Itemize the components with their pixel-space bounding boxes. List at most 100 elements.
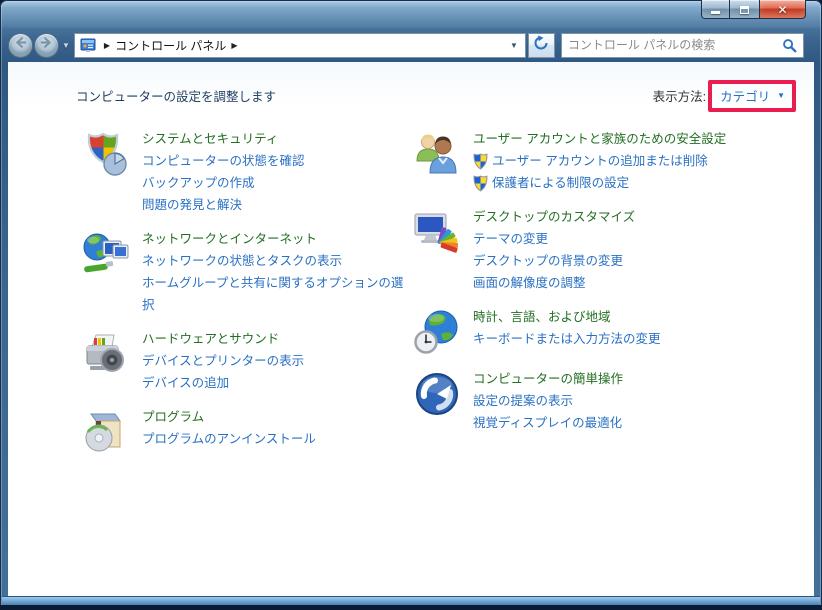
search-input[interactable]	[568, 38, 778, 52]
refresh-icon	[533, 35, 549, 56]
category-title-link[interactable]: コンピューターの簡単操作	[473, 368, 773, 390]
category-title-link[interactable]: プログラム	[142, 406, 413, 428]
category-section: ユーザー アカウントと家族のための安全設定ユーザー アカウントの追加または削除保…	[413, 128, 773, 194]
task-link-label: テーマの変更	[473, 228, 548, 250]
uac-shield-icon	[473, 153, 488, 170]
category-task-link[interactable]: キーボードまたは入力方法の変更	[473, 328, 773, 350]
view-by-value[interactable]: カテゴリ	[720, 86, 770, 105]
category-grid: システムとセキュリティコンピューターの状態を確認バックアップの作成問題の発見と解…	[82, 128, 773, 468]
forward-button[interactable]	[34, 33, 59, 58]
category-text: プログラムプログラムのアンインストール	[142, 406, 413, 456]
recent-pages-dropdown[interactable]: ▼	[62, 41, 70, 50]
breadcrumb-arrow-icon[interactable]: ▶	[231, 41, 237, 50]
category-column-left: システムとセキュリティコンピューターの状態を確認バックアップの作成問題の発見と解…	[82, 128, 413, 468]
refresh-button[interactable]	[528, 33, 555, 58]
address-bar[interactable]: ▶ コントロール パネル ▶ ▼	[74, 33, 526, 58]
breadcrumb-control-panel[interactable]: コントロール パネル	[115, 37, 226, 54]
control-panel-icon	[80, 37, 96, 53]
task-link-label: プログラムのアンインストール	[142, 428, 316, 450]
category-task-link[interactable]: 設定の提案の表示	[473, 390, 773, 412]
category-task-link[interactable]: デスクトップの背景の変更	[473, 250, 773, 272]
content-header: コンピューターの設定を調整します 表示方法: カテゴリ ▼	[76, 81, 796, 110]
category-text: ネットワークとインターネットネットワークの状態とタスクの表示ホームグループと共有…	[142, 228, 413, 316]
user-accounts-icon[interactable]	[413, 130, 461, 178]
close-button[interactable]: ✕	[760, 0, 806, 19]
category-task-link[interactable]: プログラムのアンインストール	[142, 428, 413, 450]
task-link-label: 設定の提案の表示	[473, 390, 573, 412]
task-link-label: 画面の解像度の調整	[473, 272, 586, 294]
task-link-label: バックアップの作成	[142, 172, 255, 194]
task-link-label: ホームグループと共有に関するオプションの選択	[142, 272, 413, 316]
task-link-label: コンピューターの状態を確認	[142, 150, 305, 172]
category-section: デスクトップのカスタマイズテーマの変更デスクトップの背景の変更画面の解像度の調整	[413, 206, 773, 294]
view-by-label: 表示方法:	[653, 86, 706, 105]
back-button[interactable]	[8, 33, 33, 58]
view-by-dropdown[interactable]: カテゴリ ▼	[708, 80, 796, 112]
minimize-icon	[711, 11, 720, 14]
category-title-link[interactable]: ユーザー アカウントと家族のための安全設定	[473, 128, 773, 150]
task-link-label: 保護者による制限の設定	[492, 172, 629, 194]
network-globe-icon[interactable]	[82, 230, 130, 278]
category-section: ネットワークとインターネットネットワークの状態とタスクの表示ホームグループと共有…	[82, 228, 413, 316]
category-task-link[interactable]: デバイスの追加	[142, 372, 413, 394]
category-title-link[interactable]: ネットワークとインターネット	[142, 228, 413, 250]
task-link-label: 問題の発見と解決	[142, 194, 242, 216]
task-link-label: 視覚ディスプレイの最適化	[473, 412, 622, 434]
minimize-button[interactable]	[701, 0, 730, 19]
category-column-right: ユーザー アカウントと家族のための安全設定ユーザー アカウントの追加または削除保…	[413, 128, 773, 468]
category-task-link[interactable]: 保護者による制限の設定	[473, 172, 773, 194]
back-icon	[13, 35, 28, 55]
control-panel-content: コンピューターの設定を調整します 表示方法: カテゴリ ▼ システムとセキュリテ…	[8, 62, 814, 596]
category-section: プログラムプログラムのアンインストール	[82, 406, 413, 456]
category-section: コンピューターの簡単操作設定の提案の表示視覚ディスプレイの最適化	[413, 368, 773, 434]
category-text: ユーザー アカウントと家族のための安全設定ユーザー アカウントの追加または削除保…	[473, 128, 773, 194]
uac-shield-icon	[473, 175, 488, 192]
category-task-link[interactable]: 画面の解像度の調整	[473, 272, 773, 294]
screen-edge	[0, 605, 822, 610]
breadcrumb-arrow-icon[interactable]: ▶	[104, 41, 110, 50]
program-box-icon[interactable]	[82, 408, 130, 456]
task-link-label: デバイスとプリンターの表示	[142, 350, 304, 372]
category-text: デスクトップのカスタマイズテーマの変更デスクトップの背景の変更画面の解像度の調整	[473, 206, 773, 294]
task-link-label: ユーザー アカウントの追加または削除	[492, 150, 708, 172]
category-task-link[interactable]: 視覚ディスプレイの最適化	[473, 412, 773, 434]
search-icon[interactable]	[782, 38, 797, 53]
category-task-link[interactable]: コンピューターの状態を確認	[142, 150, 413, 172]
security-shield-icon[interactable]	[82, 130, 130, 178]
category-text: 時計、言語、および地域キーボードまたは入力方法の変更	[473, 306, 773, 356]
maximize-icon	[740, 6, 749, 14]
search-box	[561, 33, 804, 58]
desktop-customize-icon[interactable]	[413, 208, 461, 256]
page-title: コンピューターの設定を調整します	[76, 86, 276, 105]
category-title-link[interactable]: ハードウェアとサウンド	[142, 328, 413, 350]
close-icon: ✕	[777, 4, 787, 16]
category-task-link[interactable]: テーマの変更	[473, 228, 773, 250]
category-task-link[interactable]: ユーザー アカウントの追加または削除	[473, 150, 773, 172]
task-link-label: デスクトップの背景の変更	[473, 250, 623, 272]
category-task-link[interactable]: デバイスとプリンターの表示	[142, 350, 413, 372]
category-text: ハードウェアとサウンドデバイスとプリンターの表示デバイスの追加	[142, 328, 413, 394]
ease-of-access-icon[interactable]	[413, 370, 461, 418]
category-section: システムとセキュリティコンピューターの状態を確認バックアップの作成問題の発見と解…	[82, 128, 413, 216]
category-task-link[interactable]: ホームグループと共有に関するオプションの選択	[142, 272, 413, 316]
category-section: ハードウェアとサウンドデバイスとプリンターの表示デバイスの追加	[82, 328, 413, 394]
category-title-link[interactable]: 時計、言語、および地域	[473, 306, 773, 328]
clock-region-icon[interactable]	[413, 308, 461, 356]
category-task-link[interactable]: ネットワークの状態とタスクの表示	[142, 250, 413, 272]
task-link-label: キーボードまたは入力方法の変更	[473, 328, 661, 350]
navigation-toolbar: ▼ ▶ コントロール パネル ▶ ▼	[8, 28, 814, 62]
category-title-link[interactable]: デスクトップのカスタマイズ	[473, 206, 773, 228]
category-task-link[interactable]: 問題の発見と解決	[142, 194, 413, 216]
task-link-label: デバイスの追加	[142, 372, 229, 394]
view-by-caret-icon: ▼	[777, 91, 785, 100]
category-task-link[interactable]: バックアップの作成	[142, 172, 413, 194]
printer-sound-icon[interactable]	[82, 330, 130, 378]
category-text: コンピューターの簡単操作設定の提案の表示視覚ディスプレイの最適化	[473, 368, 773, 434]
address-dropdown-caret[interactable]: ▼	[510, 41, 518, 50]
control-panel-window: ✕ ▼ ▶ コントロール パネル ▶ ▼ コンピューターの設定を調整します	[0, 0, 822, 610]
forward-icon	[39, 35, 54, 55]
category-section: 時計、言語、および地域キーボードまたは入力方法の変更	[413, 306, 773, 356]
window-controls: ✕	[701, 0, 806, 19]
category-title-link[interactable]: システムとセキュリティ	[142, 128, 413, 150]
maximize-button[interactable]	[730, 0, 760, 19]
